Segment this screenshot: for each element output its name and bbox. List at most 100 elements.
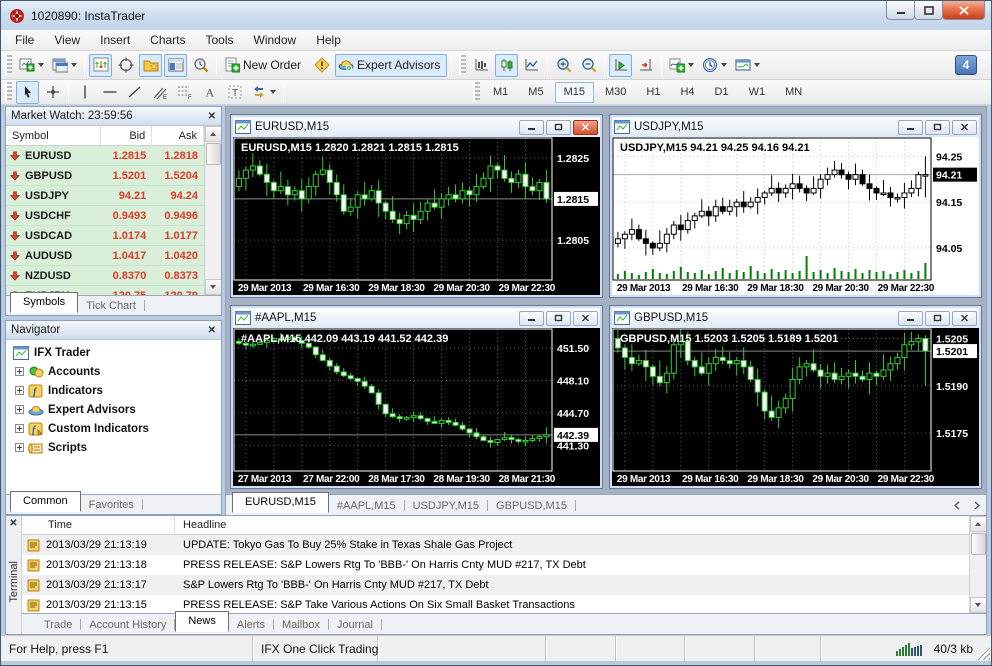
scroll-thumb[interactable] [970, 533, 986, 555]
column-symbol[interactable]: Symbol [6, 126, 101, 145]
fibonacci-tool[interactable]: F [173, 81, 196, 104]
market-watch-close-icon[interactable]: ✕ [208, 111, 216, 122]
candlestick-button[interactable] [495, 53, 519, 77]
tree-root-ifx-trader[interactable]: IFX Trader [6, 343, 221, 362]
expand-icon[interactable] [15, 424, 24, 433]
scroll-down-icon[interactable] [969, 597, 986, 613]
chart-title-bar[interactable]: EURUSD,M15 [233, 117, 600, 137]
chart-minimize-button[interactable] [519, 119, 544, 135]
maximize-button[interactable] [914, 1, 943, 20]
new-order-button[interactable]: New Order [221, 54, 308, 77]
chart-tab-gbpusd-m15[interactable]: GBPUSD,M15 [488, 498, 575, 515]
tab-journal[interactable]: Journal [329, 617, 381, 634]
news-scrollbar[interactable] [969, 516, 986, 613]
timeframe-m15[interactable]: M15 [554, 81, 594, 103]
menu-tools[interactable]: Tools [196, 30, 244, 50]
chart-window-gbpusd-m15[interactable]: GBPUSD,M15 GBPUSD,M15 1.5203 1.5205 1.518… [609, 305, 982, 489]
chart-tab--aapl-m15[interactable]: #AAPL,M15 [329, 498, 404, 515]
auto-scroll-toggle[interactable] [609, 53, 633, 77]
chart-tab-scroll-arrows[interactable] [954, 501, 980, 510]
zoom-out-button[interactable] [577, 54, 600, 77]
expand-icon[interactable] [15, 367, 24, 376]
expand-icon[interactable] [15, 405, 24, 414]
chart-shift-button[interactable] [634, 54, 657, 77]
timeframe-mn[interactable]: MN [776, 82, 811, 103]
timeframe-w1[interactable]: W1 [740, 82, 775, 103]
tree-item-accounts[interactable]: Accounts [6, 362, 221, 381]
resize-grip[interactable] [977, 647, 990, 660]
chart-minimize-button[interactable] [898, 119, 923, 135]
chart-title-bar[interactable]: #AAPL,M15 [233, 308, 600, 328]
scroll-down-icon[interactable] [204, 279, 221, 295]
profiles-button-dropdown-icon[interactable] [71, 63, 77, 67]
tab-common[interactable]: Common [10, 491, 81, 512]
templates-button-dropdown-icon[interactable] [754, 63, 761, 67]
chart-window-usdjpy-m15[interactable]: USDJPY,M15 USDJPY,M15 94.21 94.25 94.16 9… [609, 114, 982, 298]
tab-tick-chart[interactable]: Tick Chart [78, 298, 144, 315]
alert-button[interactable] [310, 54, 333, 77]
close-button[interactable] [942, 1, 985, 20]
chart-close-button[interactable] [952, 310, 977, 326]
chart-canvas[interactable]: #AAPL,M15 442.09 443.19 441.52 442.39 451… [233, 328, 600, 486]
chart-title-bar[interactable]: GBPUSD,M15 [612, 308, 979, 328]
tab-alerts[interactable]: Alerts [229, 617, 273, 634]
timeframe-d1[interactable]: D1 [706, 82, 738, 103]
periods-button-dropdown-icon[interactable] [721, 63, 728, 67]
chart-close-button[interactable] [573, 119, 598, 135]
navigator-header[interactable]: Navigator ✕ [6, 321, 221, 340]
status-one-click-trading[interactable]: IFX One Click Trading [253, 636, 378, 661]
scroll-up-icon[interactable] [204, 126, 221, 142]
menu-file[interactable]: File [5, 30, 44, 50]
menu-insert[interactable]: Insert [90, 30, 140, 50]
vertical-line-tool[interactable] [73, 81, 96, 104]
title-bar[interactable]: 1020890: InstaTrader [1, 1, 991, 30]
news-row[interactable]: 2013/03/29 21:13:19 UPDATE: Tokyo Gas To … [22, 535, 969, 555]
market-watch-row[interactable]: NZDUSD 0.8370 0.8373 [6, 266, 204, 286]
market-watch-row[interactable]: EURUSD 1.2815 1.2818 [6, 146, 204, 166]
chart-window--aapl-m15[interactable]: #AAPL,M15 #AAPL,M15 442.09 443.19 441.52 … [230, 305, 603, 489]
crosshair-tool[interactable] [41, 81, 64, 104]
strategy-tester-button[interactable] [189, 54, 212, 77]
menu-window[interactable]: Window [244, 30, 307, 50]
market-watch-scrollbar[interactable] [204, 126, 221, 295]
timeframe-m1[interactable]: M1 [484, 82, 517, 103]
minimize-button[interactable] [886, 1, 915, 20]
chart-tab-eurusd-m15[interactable]: EURUSD,M15 [232, 492, 329, 513]
templates-button[interactable] [732, 54, 763, 77]
trendline-tool[interactable] [123, 81, 146, 104]
timeframe-m5[interactable]: M5 [519, 82, 552, 103]
tree-item-custom-indicators[interactable]: f Custom Indicators [6, 419, 221, 438]
navigator-toggle[interactable] [139, 53, 162, 77]
tab-news[interactable]: News [175, 611, 229, 632]
tree-item-indicators[interactable]: f Indicators [6, 381, 221, 400]
tree-item-expert-advisors[interactable]: Expert Advisors [6, 400, 221, 419]
news-row[interactable]: 2013/03/29 21:13:15 PRESS RELEASE: S&P Ta… [22, 595, 969, 613]
text-label-tool[interactable]: T [223, 81, 246, 104]
indicators-button[interactable] [666, 54, 697, 77]
expand-icon[interactable] [15, 386, 24, 395]
tree-item-scripts[interactable]: Scripts [6, 438, 221, 457]
chart-restore-button[interactable] [546, 310, 571, 326]
chart-canvas[interactable]: EURUSD,M15 1.2820 1.2821 1.2815 1.2815 1.… [233, 137, 600, 295]
new-chart-button-dropdown-icon[interactable] [38, 63, 44, 67]
tab-account-history[interactable]: Account History [81, 617, 174, 634]
bar-chart-button[interactable] [470, 54, 493, 77]
chart-restore-button[interactable] [925, 310, 950, 326]
horizontal-line-tool[interactable] [98, 81, 121, 104]
chart-tab-usdjpy-m15[interactable]: USDJPY,M15 [405, 498, 487, 515]
line-chart-button[interactable] [520, 54, 543, 77]
market-watch-row[interactable]: USDCAD 1.0174 1.0177 [6, 226, 204, 246]
menu-view[interactable]: View [44, 30, 90, 50]
market-watch-row[interactable]: AUDUSD 1.0417 1.0420 [6, 246, 204, 266]
market-watch-toggle[interactable] [89, 53, 112, 77]
profiles-button[interactable] [49, 54, 80, 77]
news-row[interactable]: 2013/03/29 21:13:18 PRESS RELEASE: S&P Lo… [22, 555, 969, 575]
zoom-in-button[interactable] [552, 54, 575, 77]
terminal-toggle[interactable] [164, 53, 187, 77]
timeframe-h1[interactable]: H1 [637, 82, 669, 103]
periods-button[interactable] [699, 54, 730, 77]
menu-help[interactable]: Help [306, 30, 351, 50]
scroll-up-icon[interactable] [969, 516, 986, 532]
messages-badge[interactable]: 4 [955, 55, 977, 75]
chart-canvas[interactable]: GBPUSD,M15 1.5203 1.5205 1.5189 1.5201 1.… [612, 328, 979, 486]
